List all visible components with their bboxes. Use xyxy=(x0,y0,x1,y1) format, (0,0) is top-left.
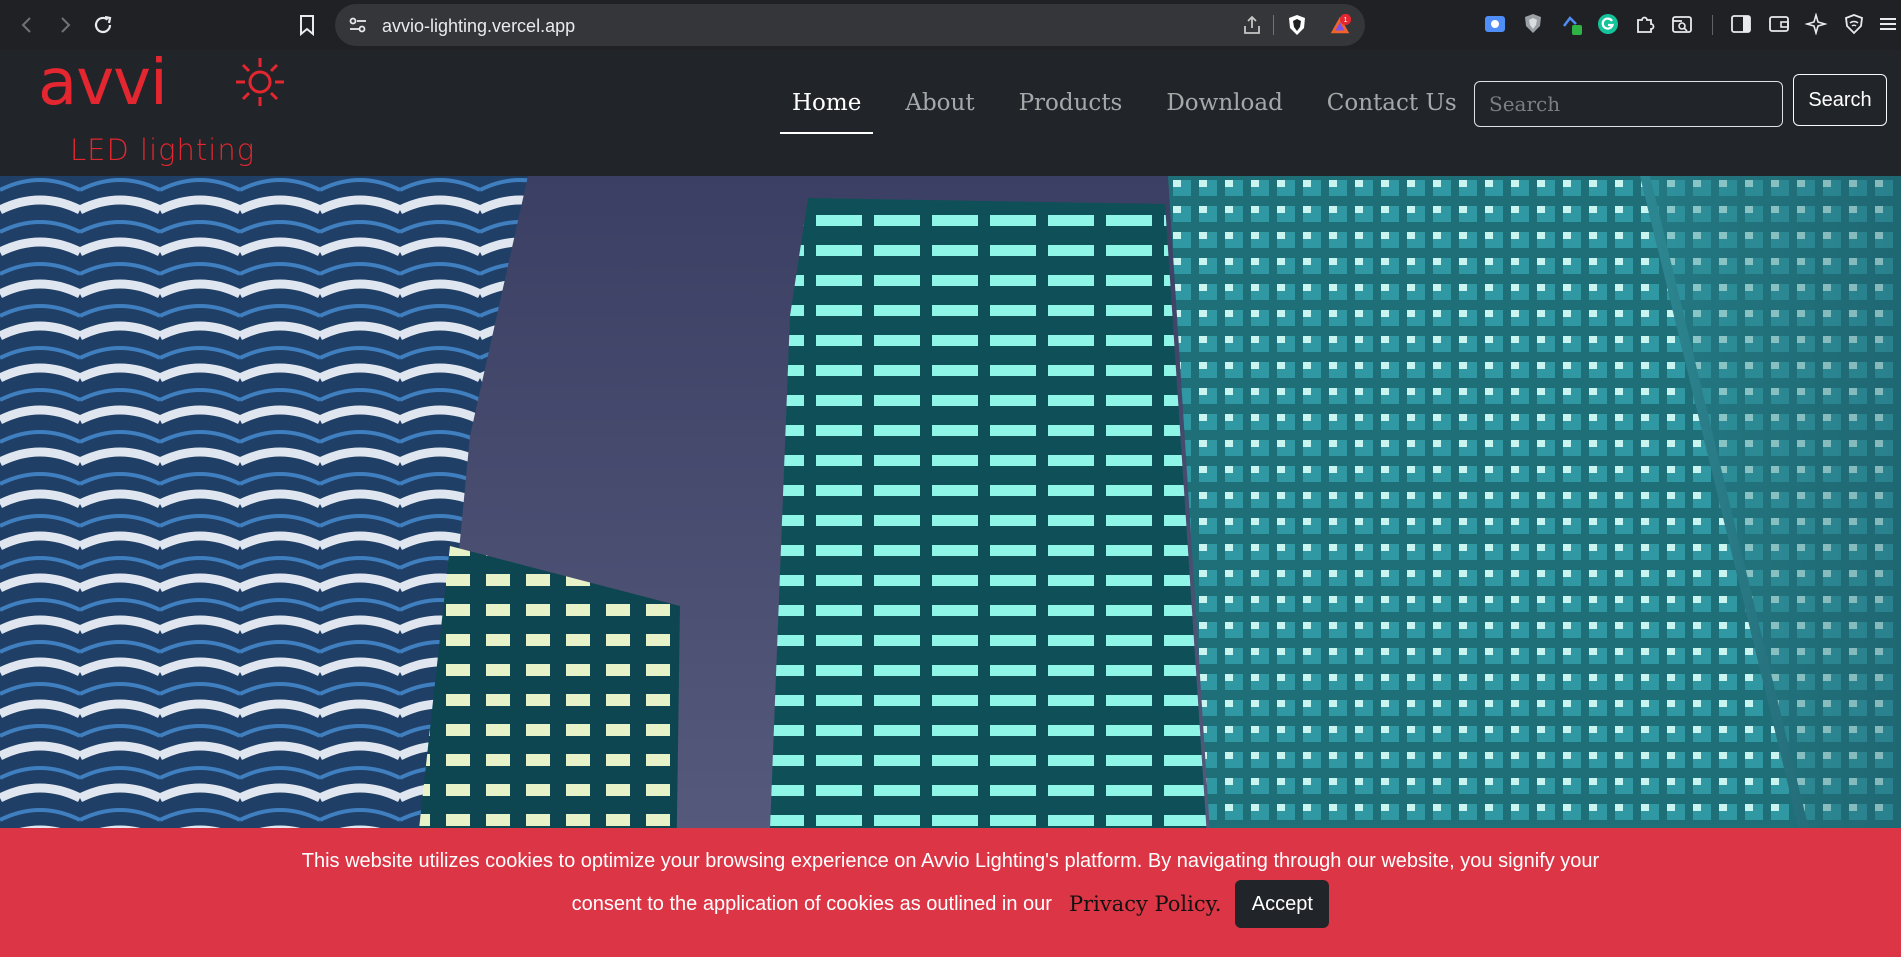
cookie-message: This website utilizes cookies to optimiz… xyxy=(301,850,1600,872)
nav-home[interactable]: Home xyxy=(770,86,883,134)
svg-text:1: 1 xyxy=(1343,15,1347,24)
search-button[interactable]: Search xyxy=(1793,74,1887,126)
sun-icon xyxy=(236,58,284,106)
wallet-icon[interactable] xyxy=(1767,12,1791,36)
back-arrow-icon xyxy=(21,17,31,33)
grammarly-icon[interactable] xyxy=(1596,12,1620,36)
logo-tagline: LED lighting xyxy=(70,133,255,167)
forward-arrow-icon xyxy=(61,17,71,33)
divider xyxy=(1273,15,1274,35)
tab-search-icon[interactable] xyxy=(1670,12,1694,36)
nav-about[interactable]: About xyxy=(883,86,996,134)
vpn-icon[interactable] xyxy=(1842,12,1866,36)
browser-toolbar: avvio-lighting.vercel.app 1 xyxy=(0,0,1901,50)
shield-extension-icon[interactable] xyxy=(1521,12,1545,36)
cookie-message-line2: consent to the application of cookies as… xyxy=(0,880,1901,928)
main-nav: Home About Products Download Contact Us xyxy=(770,86,1479,134)
toolbar-divider xyxy=(1712,15,1713,35)
address-bar[interactable]: avvio-lighting.vercel.app 1 xyxy=(335,4,1365,46)
cookie-consent-text: consent to the application of cookies as… xyxy=(571,892,1052,915)
site-navbar: avvi LED lighting Home About Products Do… xyxy=(0,46,1901,176)
bookmark-icon xyxy=(300,15,314,36)
leo-ai-icon[interactable] xyxy=(1804,12,1828,36)
nav-contact-us[interactable]: Contact Us xyxy=(1305,86,1479,134)
screen-capture-extension-icon[interactable] xyxy=(1483,12,1507,36)
bookmark-button[interactable] xyxy=(292,10,322,40)
extensions-puzzle-icon[interactable] xyxy=(1633,12,1657,36)
site-settings-icon[interactable] xyxy=(347,14,369,36)
nav-download[interactable]: Download xyxy=(1144,86,1304,134)
back-button[interactable] xyxy=(12,10,42,40)
logo-wordmark: avvi xyxy=(38,56,167,120)
search-input[interactable] xyxy=(1474,81,1783,127)
brand-logo[interactable]: avvi LED lighting xyxy=(38,46,298,168)
accept-cookies-button[interactable]: Accept xyxy=(1235,880,1330,928)
reload-button[interactable] xyxy=(88,10,118,40)
privacy-policy-link[interactable]: Privacy Policy. xyxy=(1069,892,1221,916)
share-icon[interactable] xyxy=(1240,13,1264,37)
menu-icon[interactable] xyxy=(1876,12,1900,36)
forward-button[interactable] xyxy=(50,10,80,40)
brave-rewards-icon[interactable]: 1 xyxy=(1328,13,1352,37)
nav-products[interactable]: Products xyxy=(997,86,1145,134)
dev-extension-icon[interactable] xyxy=(1560,12,1584,36)
reload-icon xyxy=(94,15,112,34)
cookie-consent-banner: This website utilizes cookies to optimiz… xyxy=(0,828,1901,957)
brave-shield-icon[interactable] xyxy=(1285,13,1309,37)
sidebar-icon[interactable] xyxy=(1729,12,1753,36)
url-text: avvio-lighting.vercel.app xyxy=(382,16,576,36)
